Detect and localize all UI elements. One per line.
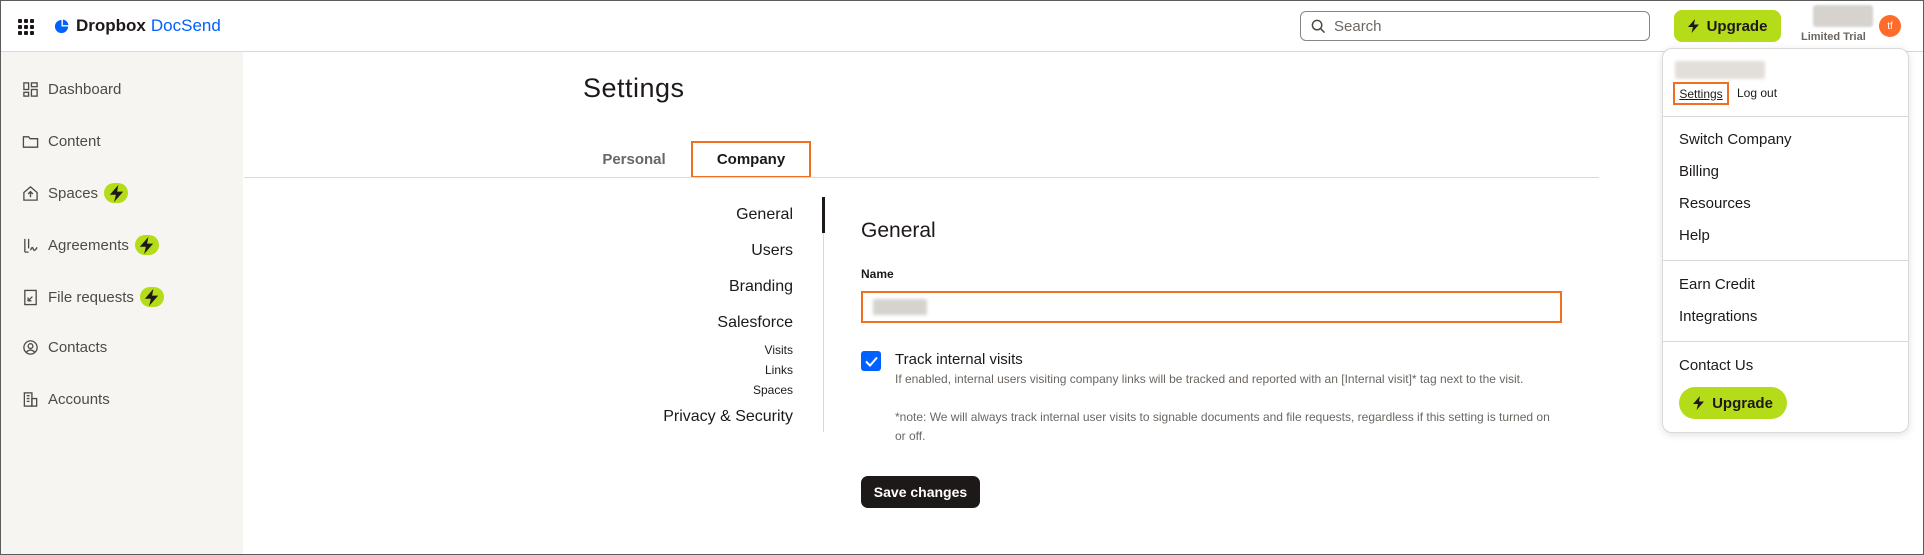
top-bar: Dropbox DocSend Upgrade tf Limited Trial — [1, 1, 1923, 52]
sidebar-item-dashboard[interactable]: Dashboard — [22, 81, 121, 98]
track-note: *note: We will always track internal use… — [895, 410, 1550, 443]
bolt-icon — [140, 236, 154, 254]
sidebar-item-label: Accounts — [48, 391, 110, 408]
subnav-links[interactable]: Links — [765, 363, 793, 377]
sidebar-item-label: Content — [48, 133, 101, 150]
bolt-icon — [109, 184, 123, 202]
sidebar-item-label: Agreements — [48, 236, 129, 254]
track-internal-visits-label: Track internal visits — [895, 351, 1023, 368]
subnav-users[interactable]: Users — [751, 242, 793, 260]
upgrade-badge — [134, 235, 159, 255]
search-input[interactable] — [1332, 16, 1636, 36]
company-name-redacted — [873, 299, 927, 315]
sidebar-item-contacts[interactable]: Contacts — [22, 339, 107, 356]
folder-icon — [22, 136, 39, 148]
dashboard-icon — [23, 82, 38, 97]
bolt-icon — [145, 288, 159, 306]
integrations-item[interactable]: Integrations — [1679, 308, 1757, 325]
sidebar-item-accounts[interactable]: Accounts — [22, 391, 110, 408]
contact-us-item[interactable]: Contact Us — [1679, 357, 1753, 374]
logout-link[interactable]: Log out — [1737, 86, 1777, 100]
app-grid-icon[interactable] — [18, 19, 34, 35]
sidebar-item-label: Spaces — [48, 184, 99, 202]
brand-name: Dropbox — [76, 16, 146, 35]
settings-link[interactable]: Settings — [1673, 82, 1729, 105]
search-icon — [1311, 19, 1326, 33]
trial-label: Limited Trial — [1801, 31, 1866, 43]
dropdown-upgrade-button[interactable]: Upgrade — [1679, 387, 1787, 419]
account-name-redacted — [1813, 5, 1873, 27]
subnav-branding[interactable]: Branding — [729, 278, 793, 296]
earn-credit-item[interactable]: Earn Credit — [1679, 276, 1755, 293]
avatar[interactable]: tf — [1879, 15, 1901, 37]
resources-item[interactable]: Resources — [1679, 195, 1751, 212]
account-dropdown: Settings Log out Switch Company Billing … — [1662, 48, 1909, 433]
track-internal-visits-checkbox[interactable] — [861, 351, 881, 371]
bolt-icon — [1693, 396, 1705, 410]
sidebar-item-label: Contacts — [48, 339, 108, 356]
upgrade-label: Upgrade — [1706, 17, 1768, 35]
sidebar-item-label: Dashboard — [48, 81, 122, 98]
subnav-spaces[interactable]: Spaces — [753, 383, 793, 397]
company-name-field[interactable] — [861, 291, 1562, 323]
subnav-visits[interactable]: Visits — [765, 343, 793, 357]
upgrade-button[interactable]: Upgrade — [1674, 10, 1781, 42]
section-title: General — [861, 219, 936, 242]
billing-item[interactable]: Billing — [1679, 163, 1719, 180]
page-title: Settings — [583, 73, 685, 103]
track-description: If enabled, internal users visiting comp… — [895, 372, 1524, 386]
tabs-divider — [244, 177, 1599, 178]
docsend-logo-icon — [54, 18, 69, 33]
spaces-icon — [23, 185, 38, 201]
file-request-icon — [24, 289, 37, 305]
sidebar-item-agreements[interactable]: Agreements — [22, 235, 159, 255]
sidebar-item-content[interactable]: Content — [22, 133, 101, 150]
name-label: Name — [861, 267, 894, 281]
agreements-icon — [24, 238, 38, 253]
switch-company-item[interactable]: Switch Company — [1679, 131, 1792, 148]
tab-company[interactable]: Company — [691, 141, 811, 178]
upgrade-badge — [104, 183, 129, 203]
sidebar-item-spaces[interactable]: Spaces — [22, 183, 129, 203]
sidebar-item-label: File requests — [48, 288, 134, 306]
subnav-salesforce[interactable]: Salesforce — [717, 314, 793, 332]
upgrade-label: Upgrade — [1712, 394, 1773, 412]
dropdown-divider — [1663, 341, 1908, 342]
upgrade-badge — [139, 287, 164, 307]
user-name-redacted — [1675, 61, 1765, 79]
product-name: DocSend — [150, 16, 221, 35]
contacts-icon — [23, 340, 38, 355]
save-changes-button[interactable]: Save changes — [861, 476, 980, 508]
tab-personal[interactable]: Personal — [593, 143, 675, 175]
company-name-input[interactable] — [863, 293, 1560, 321]
accounts-icon — [23, 392, 38, 407]
sidebar: Dashboard Content Spaces Agreements File… — [1, 52, 243, 554]
subnav-privacy-security[interactable]: Privacy & Security — [663, 408, 793, 426]
bolt-icon — [1687, 19, 1699, 33]
checkmark-icon — [864, 356, 878, 367]
subnav-active-indicator — [822, 197, 825, 233]
help-item[interactable]: Help — [1679, 227, 1710, 244]
logo[interactable]: Dropbox DocSend — [54, 16, 221, 36]
dropdown-divider — [1663, 260, 1908, 261]
sidebar-item-file-requests[interactable]: File requests — [22, 287, 164, 307]
subnav-general[interactable]: General — [736, 206, 793, 224]
search-box[interactable] — [1300, 11, 1650, 41]
app-window: Dropbox DocSend Upgrade tf Limited Trial — [0, 0, 1924, 555]
dropdown-divider — [1663, 116, 1908, 117]
